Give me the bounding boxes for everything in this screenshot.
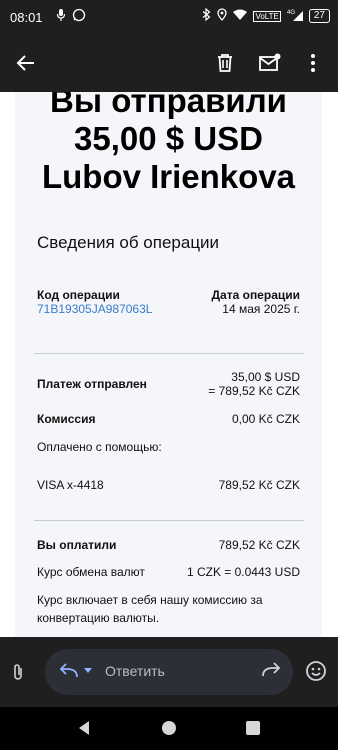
section-title: Сведения об операции: [37, 233, 220, 252]
svg-text:4G: 4G: [287, 10, 295, 16]
payment-sent-czk: = 789,52 Kč CZK: [208, 384, 300, 398]
payment-sent-usd: 35,00 $ USD: [231, 370, 300, 384]
emoji-button[interactable]: [305, 660, 327, 687]
reply-mode-button[interactable]: [59, 663, 93, 679]
payment-sent-label: Платеж отправлен: [37, 377, 147, 391]
back-button[interactable]: [13, 50, 39, 76]
signal-icon: 4G: [287, 9, 303, 24]
nav-back-button[interactable]: [77, 720, 91, 741]
op-code-link[interactable]: 71B19305JA987063L: [37, 302, 152, 316]
attach-button[interactable]: [12, 663, 24, 686]
bluetooth-icon: [202, 7, 211, 24]
square-recents-icon: [246, 721, 260, 735]
nav-recents-button[interactable]: [246, 721, 260, 740]
reply-input-pill[interactable]: Ответить: [45, 649, 293, 695]
rate-note-line-1: Курс включает в себя нашу комиссию за: [37, 593, 263, 607]
triangle-back-icon: [79, 721, 89, 735]
paperclip-icon: [14, 664, 22, 680]
reply-input[interactable]: Ответить: [105, 663, 165, 679]
smiley-icon: [306, 661, 326, 681]
status-bar: 08:01 VoLTE 4G 27: [0, 0, 338, 34]
card-label: VISA x-4418: [37, 478, 104, 492]
mark-unread-button[interactable]: [257, 50, 283, 76]
title-line-1: Вы отправили: [50, 92, 287, 119]
op-date-label: Дата операции: [211, 288, 301, 302]
you-paid-label: Вы оплатили: [37, 538, 117, 552]
reply-arrow-icon: [59, 663, 78, 678]
more-options-button[interactable]: [300, 50, 326, 76]
email-toolbar: [0, 34, 338, 92]
mail-badge-icon: [259, 53, 281, 71]
more-vert-icon: [311, 54, 315, 72]
divider: [34, 353, 304, 354]
circle-home-icon: [162, 721, 176, 735]
op-code-label: Код операции: [37, 288, 120, 302]
location-icon: [217, 8, 228, 24]
card-value: 789,52 Kč CZK: [218, 478, 300, 492]
battery-indicator: 27: [308, 9, 330, 23]
op-date-value: 14 мая 2025 г.: [222, 302, 300, 316]
paid-with-label: Оплачено с помощью:: [37, 440, 162, 454]
rate-value: 1 CZK = 0.0443 USD: [186, 565, 300, 579]
delete-button[interactable]: [212, 50, 238, 76]
email-body: Вы отправили 35,00 $ USD Lubov Irienkova…: [0, 92, 338, 637]
forward-button[interactable]: [261, 662, 281, 683]
microphone-icon: [56, 8, 66, 25]
chevron-down-icon: [84, 668, 92, 673]
divider: [34, 520, 304, 521]
title-amount: 35,00 $ USD: [74, 120, 263, 157]
title-recipient: Lubov Irienkova: [41, 158, 296, 195]
fee-value: 0,00 Kč CZK: [231, 412, 300, 426]
receipt-card: Вы отправили 35,00 $ USD Lubov Irienkova…: [15, 92, 322, 637]
you-paid-value: 789,52 Kč CZK: [218, 538, 300, 552]
status-time: 08:01: [10, 10, 43, 25]
nav-home-button[interactable]: [161, 720, 177, 741]
wifi-icon: [233, 9, 248, 23]
forward-arrow-icon: [262, 662, 281, 677]
rate-note-line-2: конвертацию валюты.: [37, 611, 160, 625]
system-nav-bar: [0, 707, 338, 750]
rate-label: Курс обмена валют: [37, 565, 145, 579]
volte-label: VoLTE: [253, 10, 281, 22]
whatsapp-icon: [72, 8, 86, 25]
fee-label: Комиссия: [37, 412, 96, 426]
arrow-left-icon: [16, 55, 34, 71]
reply-bar: Ответить: [0, 637, 338, 707]
trash-icon: [218, 54, 232, 72]
